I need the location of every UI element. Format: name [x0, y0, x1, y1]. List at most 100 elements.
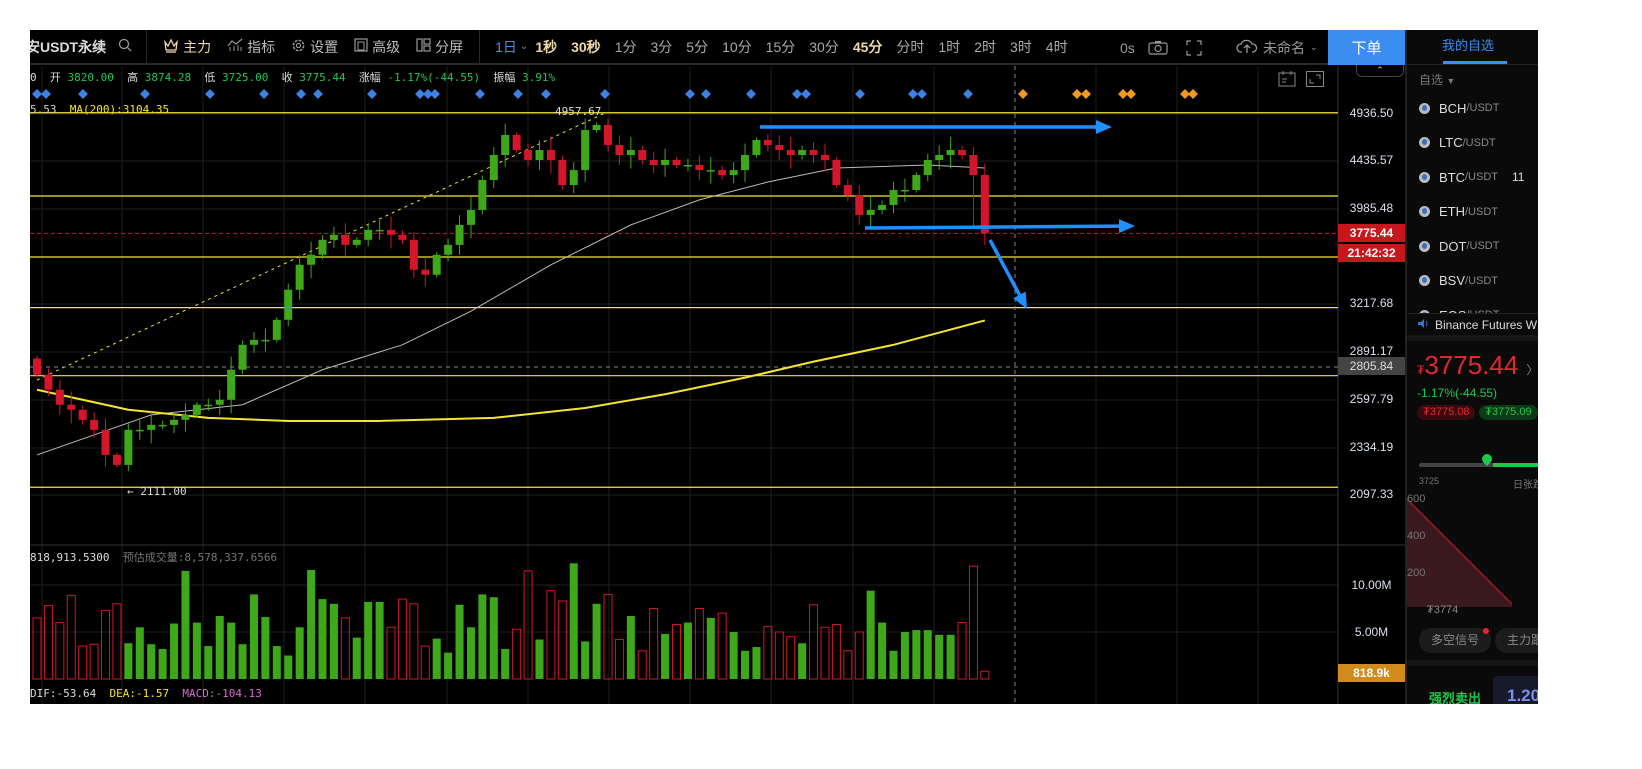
- crown-icon: [163, 38, 179, 56]
- volume-bar: [135, 627, 144, 679]
- timeframe-8[interactable]: 30分: [809, 37, 839, 57]
- layout-menu[interactable]: 未命名 ⌄: [1236, 30, 1318, 65]
- tool-settings[interactable]: 设置: [291, 37, 338, 57]
- candle-countdown-tag: 21:42:32: [1338, 244, 1405, 262]
- candle-body: [569, 170, 578, 186]
- candle-body: [421, 269, 430, 275]
- tool-split-screen[interactable]: 分屏: [416, 37, 463, 57]
- candle-body: [843, 185, 852, 196]
- watchlist-item[interactable]: ETH/USDT: [1407, 195, 1538, 230]
- candle-body: [135, 429, 144, 432]
- candlestick-chart[interactable]: [30, 66, 1405, 704]
- volume-bar: [147, 644, 156, 679]
- volume-bar: [420, 645, 430, 680]
- chevron-icon[interactable]: 〉: [1526, 363, 1538, 377]
- signal-marker: [430, 89, 440, 99]
- candle-body: [78, 409, 87, 420]
- calendar-icon[interactable]: [1278, 71, 1296, 90]
- signal-marker: [685, 89, 695, 99]
- countdown-label: 0s: [1120, 39, 1135, 56]
- tool-main-force[interactable]: 主力: [163, 37, 211, 57]
- volume-bar: [569, 563, 578, 679]
- ma-info: 5.53 MA(200):3104.35: [30, 103, 170, 116]
- camera-icon[interactable]: [1148, 30, 1168, 65]
- volume-bar: [249, 594, 258, 679]
- timeframe-0[interactable]: 1日: [495, 37, 517, 57]
- volume-bar: [204, 646, 213, 679]
- timeframe-9[interactable]: 45分: [853, 37, 883, 57]
- timeframe-13[interactable]: 3时: [1010, 37, 1032, 57]
- tool-indicators[interactable]: 指标: [227, 37, 275, 57]
- timeframe-5[interactable]: 5分: [686, 37, 708, 57]
- maximize-icon[interactable]: [1306, 71, 1324, 90]
- tool-advanced[interactable]: 高级: [354, 37, 400, 57]
- price-axis-label: 3985.48: [1349, 201, 1394, 215]
- timeframe-4[interactable]: 3分: [650, 37, 672, 57]
- long-short-signal-button[interactable]: 多空信号: [1419, 628, 1492, 653]
- candle-body: [912, 175, 921, 190]
- timeframe-3[interactable]: 1分: [615, 37, 637, 57]
- volume-bar: [786, 636, 796, 680]
- candle-body: [90, 419, 99, 430]
- watchlist-item[interactable]: DOT/USDT: [1407, 229, 1538, 264]
- drawn-arrow-head: [1096, 120, 1112, 134]
- timeframe-10[interactable]: 分时: [896, 37, 924, 57]
- tab-my-watchlist[interactable]: 我的自选: [1407, 30, 1538, 65]
- candle-body: [706, 170, 715, 172]
- crosshair-price-tag: 2805.84: [1338, 357, 1405, 375]
- watchlist-filter[interactable]: 自选 ▼: [1407, 65, 1538, 91]
- volume-bar: [43, 605, 53, 680]
- volume-bar: [706, 617, 715, 679]
- price-axis-label: 2891.17: [1349, 344, 1394, 358]
- volume-bar: [352, 637, 361, 679]
- volume-axis-label: 10.00M: [1351, 578, 1392, 592]
- drawn-arrow-shaft: [864, 224, 1120, 230]
- timeframe-11[interactable]: 1时: [938, 37, 960, 57]
- place-order-button[interactable]: 下单: [1328, 30, 1405, 65]
- watchlist-item[interactable]: BSV/USDT: [1407, 264, 1538, 299]
- volume-bar: [854, 631, 864, 680]
- watchlist-item[interactable]: BCH/USDT: [1407, 91, 1538, 126]
- collapse-caret-icon[interactable]: ⌃: [1356, 65, 1404, 77]
- signal-marker: [1126, 89, 1136, 99]
- signal-marker: [41, 89, 51, 99]
- volume-bar: [78, 645, 88, 680]
- volume-bar: [489, 597, 498, 679]
- coin-icon: [1419, 275, 1430, 287]
- candle-body: [67, 404, 76, 410]
- timeframe-14[interactable]: 4时: [1046, 37, 1068, 57]
- volume-bar: [968, 565, 978, 680]
- volume-bar: [32, 617, 42, 680]
- search-icon[interactable]: [118, 38, 132, 55]
- watchlist-item[interactable]: EOS/USDT: [1407, 298, 1538, 313]
- signal-marker: [78, 89, 88, 99]
- timeframe-12[interactable]: 2时: [974, 37, 996, 57]
- candle-body: [672, 159, 681, 166]
- candle-body: [958, 149, 967, 156]
- volume-bar: [329, 603, 338, 679]
- candle-body: [444, 244, 453, 255]
- fullscreen-icon[interactable]: [1186, 30, 1202, 65]
- timeframe-7[interactable]: 15分: [766, 37, 796, 57]
- price-axis-label: 2097.33: [1349, 487, 1394, 501]
- volume-bar: [227, 622, 236, 679]
- news-ticker[interactable]: Binance Futures W: [1407, 313, 1538, 341]
- timeframe-1[interactable]: 1秒: [535, 37, 557, 57]
- signal-marker: [908, 89, 918, 99]
- timeframe-6[interactable]: 10分: [722, 37, 752, 57]
- volume-bar: [900, 632, 909, 679]
- volume-bar: [866, 590, 875, 679]
- volume-bar: [386, 626, 396, 680]
- volume-bar: [637, 650, 647, 680]
- macd-info: DIF:-53.64 DEA:-1.57 MACD:-104.13: [30, 687, 262, 700]
- signal-marker: [1081, 89, 1091, 99]
- volume-bar: [935, 634, 944, 679]
- watchlist-item[interactable]: BTC/USDT 11: [1407, 160, 1538, 195]
- timeframe-2[interactable]: 30秒: [571, 37, 601, 57]
- divider: [146, 30, 148, 64]
- candle-body: [866, 209, 875, 215]
- chevron-down-icon[interactable]: ⌄: [520, 41, 528, 52]
- main-force-button[interactable]: 主力跟: [1495, 628, 1538, 653]
- volume-bar: [466, 627, 475, 679]
- watchlist-item[interactable]: LTC/USDT: [1407, 126, 1538, 161]
